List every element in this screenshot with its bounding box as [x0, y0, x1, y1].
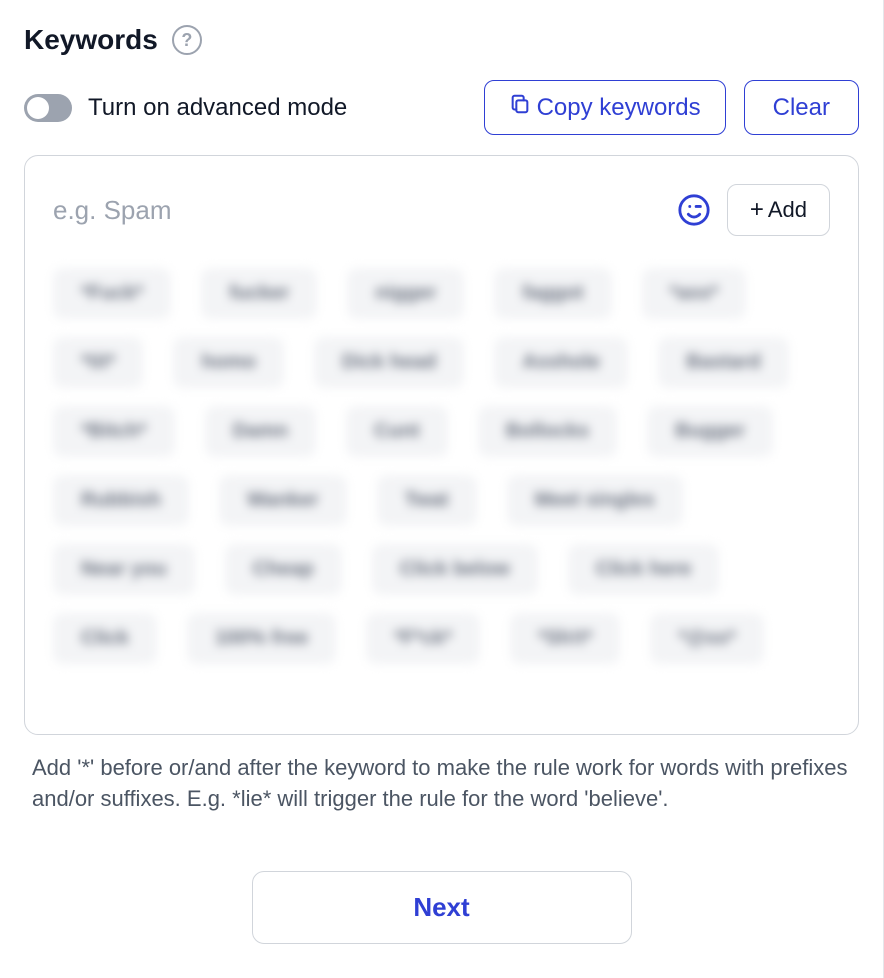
plus-icon: +: [750, 198, 764, 222]
clear-button[interactable]: Clear: [744, 80, 859, 135]
keyword-chips: *Fuck* fucker nigger faggot *ass* *tit* homo Di…: [53, 268, 830, 664]
keyword-input-row: + Add: [53, 184, 830, 236]
emoji-picker-button[interactable]: [675, 191, 713, 229]
keyword-input[interactable]: [53, 185, 661, 236]
keyword-chip[interactable]: *Fuck*: [53, 268, 171, 319]
add-button-label: Add: [768, 197, 807, 223]
copy-keywords-label: Copy keywords: [537, 94, 701, 122]
advanced-mode-toggle-group: Turn on advanced mode: [24, 94, 347, 122]
keyword-chip[interactable]: Asshole: [494, 337, 628, 388]
keyword-chip[interactable]: Bollocks: [478, 406, 617, 457]
keyword-chip[interactable]: Meet singles: [507, 475, 683, 526]
keyword-chip[interactable]: Near you: [53, 544, 195, 595]
keyword-chip[interactable]: Damn: [205, 406, 317, 457]
copy-keywords-button[interactable]: Copy keywords: [484, 80, 726, 135]
copy-icon: [509, 93, 531, 122]
keyword-chip[interactable]: *@ss*: [650, 613, 763, 664]
controls-row: Turn on advanced mode Copy keywords Clea…: [24, 80, 859, 135]
keyword-chip[interactable]: Cheap: [225, 544, 342, 595]
advanced-mode-toggle[interactable]: [24, 94, 72, 122]
keyword-chip[interactable]: *Sh!t*: [510, 613, 620, 664]
page-title: Keywords: [24, 24, 158, 56]
keyword-chip[interactable]: faggot: [494, 268, 611, 319]
keyword-chip[interactable]: Click here: [568, 544, 720, 595]
keyword-chip[interactable]: fucker: [201, 268, 317, 319]
keyword-chip[interactable]: *F*ck*: [366, 613, 480, 664]
toggle-knob: [27, 97, 49, 119]
keyword-chip[interactable]: Rubbish: [53, 475, 189, 526]
keywords-header: Keywords ?: [24, 24, 859, 56]
keyword-chip[interactable]: Wanker: [219, 475, 347, 526]
wildcard-hint: Add '*' before or/and after the keyword …: [24, 753, 859, 815]
advanced-mode-label: Turn on advanced mode: [88, 94, 347, 122]
keyword-chip[interactable]: nigger: [347, 268, 464, 319]
keyword-chip[interactable]: Cunt: [346, 406, 448, 457]
next-button-label: Next: [413, 892, 469, 922]
keyword-chip[interactable]: *Bitch*: [53, 406, 175, 457]
keyword-chip[interactable]: 100% free: [187, 613, 336, 664]
add-keyword-button[interactable]: + Add: [727, 184, 830, 236]
clear-button-label: Clear: [773, 94, 830, 122]
next-button[interactable]: Next: [252, 871, 632, 944]
keyword-chip[interactable]: Dick head: [314, 337, 464, 388]
wink-emoji-icon: [677, 193, 711, 227]
keyword-chip[interactable]: Click: [53, 613, 157, 664]
keywords-box: + Add *Fuck* fucker nigger faggot *ass* *tit*…: [24, 155, 859, 735]
keyword-chip[interactable]: Bastard: [658, 337, 788, 388]
keyword-chip[interactable]: Twat: [377, 475, 477, 526]
action-buttons: Copy keywords Clear: [484, 80, 859, 135]
keyword-chip[interactable]: homo: [173, 337, 283, 388]
help-icon[interactable]: ?: [172, 25, 202, 55]
keyword-chip[interactable]: *ass*: [642, 268, 747, 319]
keyword-chip[interactable]: Click below: [372, 544, 538, 595]
next-row: Next: [24, 871, 859, 944]
keyword-chip[interactable]: *tit*: [53, 337, 143, 388]
keyword-chip[interactable]: Bugger: [647, 406, 773, 457]
